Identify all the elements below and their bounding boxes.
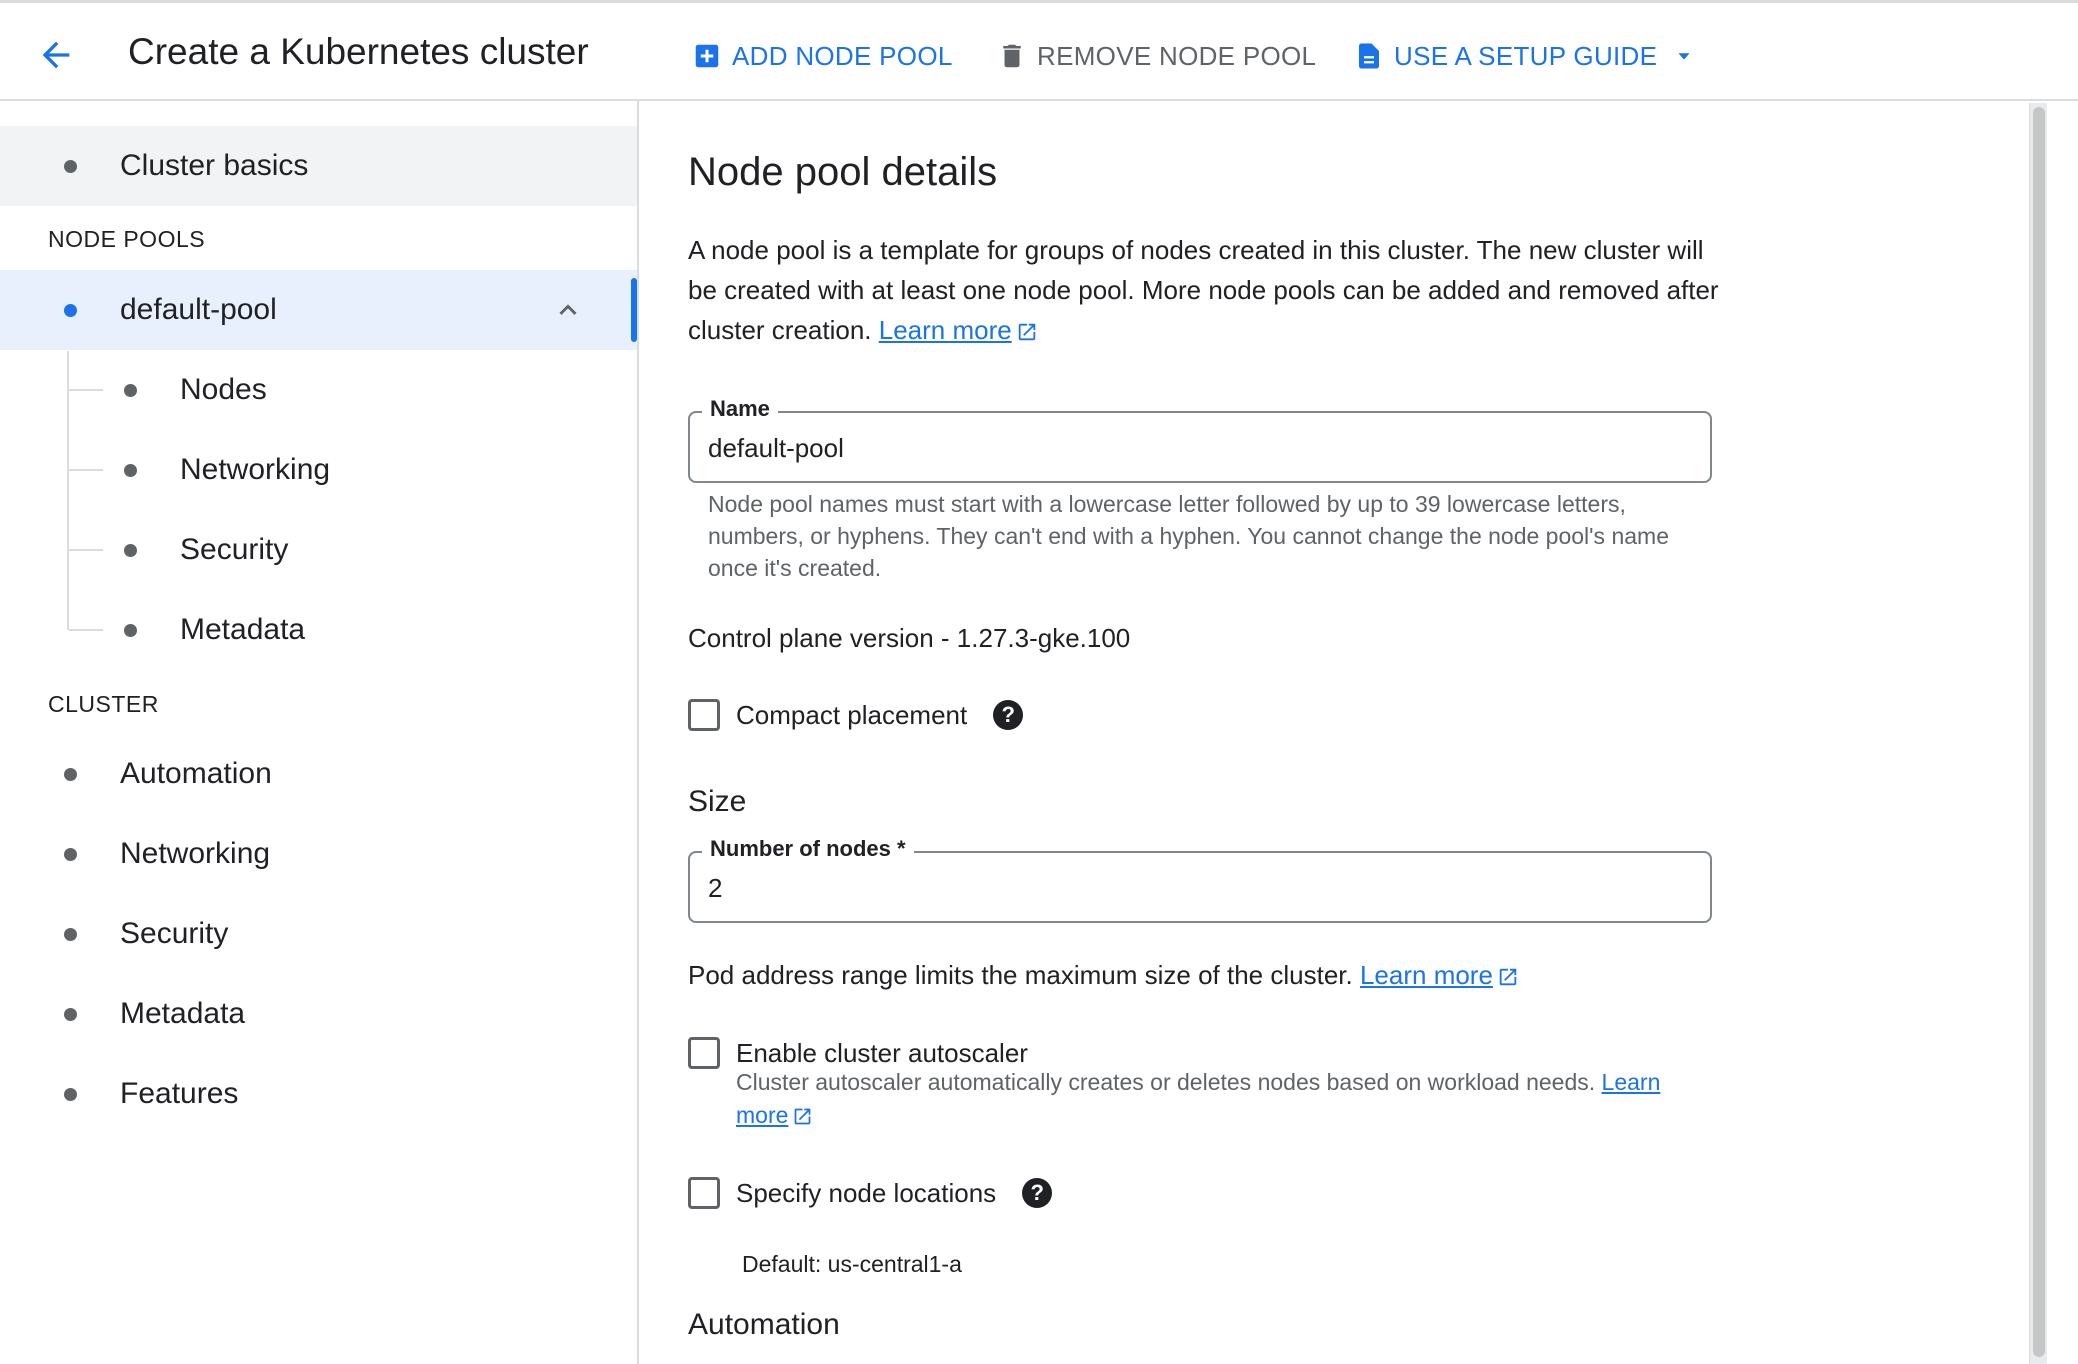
sidebar-item-label: Networking <box>120 837 271 870</box>
bullet-icon <box>64 927 77 941</box>
active-indicator <box>631 278 637 342</box>
remove-node-pool-button[interactable]: REMOVE NODE POOL <box>995 35 1316 77</box>
sidebar-item-security[interactable]: Security <box>0 894 637 974</box>
sidebar-item-label: Nodes <box>180 373 267 406</box>
sidebar-item-label: Metadata <box>120 997 246 1030</box>
bullet-icon <box>124 463 137 477</box>
help-icon[interactable]: ? <box>993 700 1024 730</box>
intro-paragraph: A node pool is a template for groups of … <box>688 230 1738 350</box>
bullet-icon <box>124 543 137 557</box>
name-field-label: Name <box>702 396 778 422</box>
sidebar-item-metadata[interactable]: Metadata <box>0 974 637 1054</box>
pod-range-info: Pod address range limits the maximum siz… <box>688 960 1519 991</box>
sidebar-item-pool-metadata[interactable]: Metadata <box>0 590 637 670</box>
sidebar-item-pool-nodes[interactable]: Nodes <box>0 350 637 430</box>
sidebar-item-label: Security <box>120 917 229 950</box>
sidebar-item-pool-networking[interactable]: Networking <box>0 430 637 510</box>
sidebar-item-label: Automation <box>120 757 272 790</box>
control-plane-version: Control plane version - 1.27.3-gke.100 <box>688 623 1131 653</box>
bullet-icon <box>64 303 77 317</box>
node-locations-row: Specify node locations ? <box>688 1176 1053 1210</box>
automation-heading: Automation <box>688 1308 840 1341</box>
sidebar-item-pool-security[interactable]: Security <box>0 510 637 590</box>
compact-placement-checkbox[interactable] <box>688 699 720 731</box>
arrow-back-icon <box>42 41 70 69</box>
top-bar: Create a Kubernetes cluster ADD NODE POO… <box>0 0 2078 101</box>
number-of-nodes-label: Number of nodes * <box>702 836 914 862</box>
number-of-nodes-input[interactable] <box>708 871 1688 905</box>
bullet-icon <box>64 159 77 173</box>
bullet-icon <box>64 1087 77 1101</box>
sidebar-item-label: Cluster basics <box>120 149 309 182</box>
external-link-icon <box>795 1109 811 1125</box>
bullet-icon <box>124 623 137 637</box>
external-link-icon <box>1018 323 1035 341</box>
bullet-icon <box>124 383 137 397</box>
sidebar-item-default-pool[interactable]: default-pool <box>0 270 637 350</box>
sidebar-item-automation[interactable]: Automation <box>0 734 637 814</box>
setup-guide-label: USE A SETUP GUIDE <box>1394 40 1658 71</box>
scrollbar-thumb[interactable] <box>2033 107 2045 1357</box>
autoscaler-description-text: Cluster autoscaler automatically creates… <box>736 1069 1596 1095</box>
autoscaler-row: Enable cluster autoscaler <box>688 1036 1028 1070</box>
add-node-pool-button[interactable]: ADD NODE POOL <box>690 35 953 77</box>
learn-more-link[interactable]: Learn more <box>879 315 1012 345</box>
name-field[interactable]: Name <box>688 396 1712 483</box>
node-locations-label: Specify node locations <box>736 1177 997 1208</box>
size-heading: Size <box>688 785 747 818</box>
setup-guide-dropdown[interactable]: USE A SETUP GUIDE <box>1352 35 1695 77</box>
chevron-up-icon[interactable] <box>548 290 588 330</box>
autoscaler-checkbox[interactable] <box>688 1037 720 1069</box>
back-button[interactable] <box>30 29 82 81</box>
compact-placement-row: Compact placement ? <box>688 698 1024 732</box>
autoscaler-description: Cluster autoscaler automatically creates… <box>736 1066 1716 1132</box>
autoscaler-label: Enable cluster autoscaler <box>736 1037 1028 1068</box>
page-title: Create a Kubernetes cluster <box>128 31 589 72</box>
page-heading: Node pool details <box>688 150 998 194</box>
cluster-heading: CLUSTER <box>48 691 159 717</box>
sidebar-item-label: default-pool <box>120 293 277 326</box>
node-pools-heading: NODE POOLS <box>48 226 206 252</box>
number-of-nodes-field[interactable]: Number of nodes * <box>688 836 1712 923</box>
compact-placement-label: Compact placement <box>736 699 968 730</box>
add-box-icon <box>690 39 724 73</box>
help-icon[interactable]: ? <box>1022 1178 1053 1208</box>
default-location: Default: us-central1-a <box>742 1251 962 1277</box>
node-locations-checkbox[interactable] <box>688 1177 720 1209</box>
external-link-icon <box>1499 968 1517 986</box>
trash-icon <box>995 39 1029 73</box>
remove-node-pool-label: REMOVE NODE POOL <box>1037 40 1317 71</box>
name-field-hint: Node pool names must start with a lowerc… <box>708 491 1669 581</box>
caret-down-icon <box>1673 45 1695 67</box>
name-input[interactable] <box>708 431 1688 465</box>
add-node-pool-label: ADD NODE POOL <box>732 40 953 71</box>
document-icon <box>1352 39 1386 73</box>
sidebar-item-networking[interactable]: Networking <box>0 814 637 894</box>
bullet-icon <box>64 767 77 781</box>
learn-more-link[interactable]: Learn more <box>1360 960 1493 990</box>
intro-text: A node pool is a template for groups of … <box>688 235 1719 345</box>
sidebar-item-label: Metadata <box>180 613 306 646</box>
bullet-icon <box>64 1007 77 1021</box>
sidebar-item-label: Features <box>120 1077 239 1110</box>
sidebar-item-cluster-basics[interactable]: Cluster basics <box>0 126 637 206</box>
sidebar-item-features[interactable]: Features <box>0 1054 637 1134</box>
sidebar-item-label: Security <box>180 533 289 566</box>
sidebar-item-label: Networking <box>180 453 331 486</box>
bullet-icon <box>64 847 77 861</box>
sidebar-nav: Cluster basics NODE POOLS default-pool N… <box>0 101 639 1364</box>
pod-range-text: Pod address range limits the maximum siz… <box>688 960 1353 990</box>
